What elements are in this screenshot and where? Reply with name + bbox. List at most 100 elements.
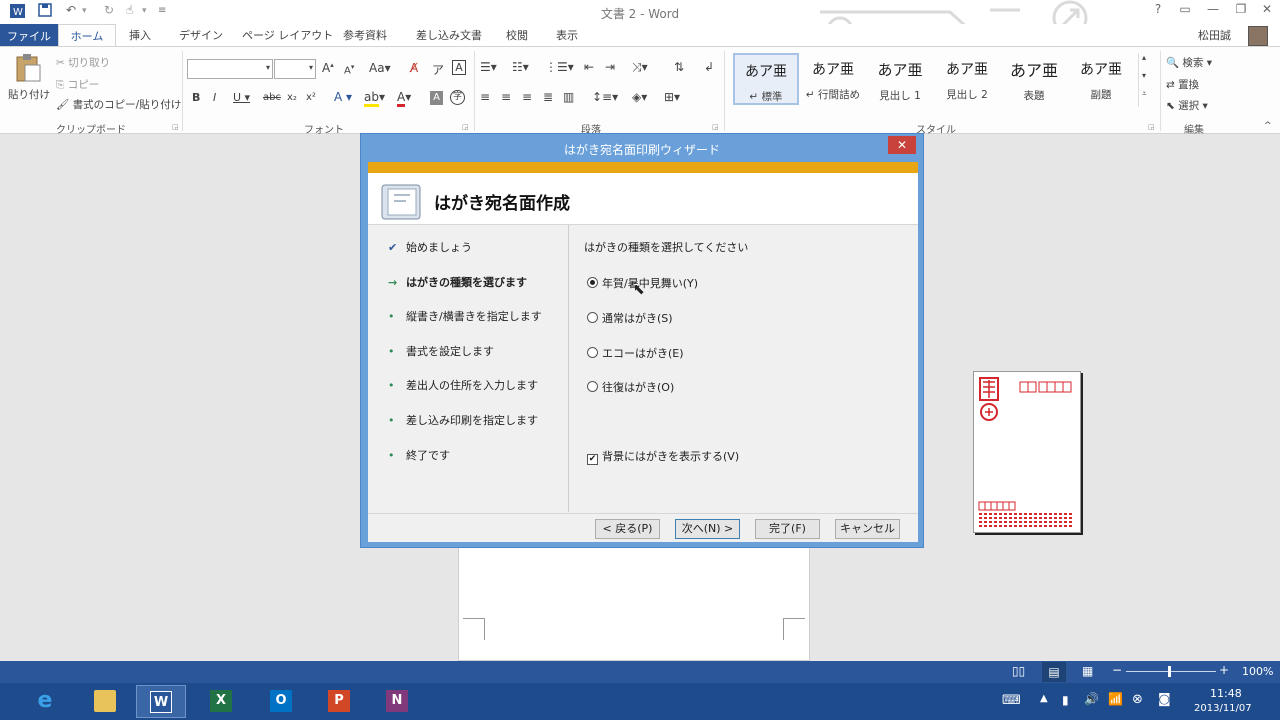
font-name-dropdown-icon[interactable]: ▾ xyxy=(266,63,270,72)
read-mode-icon[interactable]: ▯▯ xyxy=(1012,664,1025,678)
close-window-button[interactable]: ✕ xyxy=(1254,2,1280,16)
style-no-spacing[interactable]: あア亜 ↵ 行間詰め xyxy=(800,53,866,105)
enclose-characters-icon[interactable]: A xyxy=(452,60,466,75)
zoom-level[interactable]: 100% xyxy=(1242,665,1273,678)
show-background-checkbox[interactable]: ✔ 背景にはがきを表示する(V) xyxy=(587,448,739,465)
zoom-slider-thumb[interactable] xyxy=(1168,666,1171,677)
styles-scroll-up-icon[interactable]: ▴ xyxy=(1142,53,1146,62)
numbering-icon[interactable]: ☷▾ xyxy=(512,60,529,74)
power-icon[interactable]: ▮ xyxy=(1062,693,1069,707)
clock-time[interactable]: 11:48 xyxy=(1210,687,1242,700)
taskbar-excel[interactable]: X xyxy=(196,685,246,718)
style-heading-1[interactable]: あア亜 見出し 1 xyxy=(867,53,933,105)
distributed-icon[interactable]: ▥ xyxy=(563,90,574,104)
tab-file[interactable]: ファイル xyxy=(0,24,58,46)
tab-references[interactable]: 参考資料 xyxy=(343,27,387,43)
style-normal[interactable]: あア亜 ↵ 標準 xyxy=(733,53,799,105)
borders-icon[interactable]: ⊞▾ xyxy=(664,90,680,104)
decrease-indent-icon[interactable]: ⇤ xyxy=(584,60,594,74)
keyboard-icon[interactable]: ⌨ xyxy=(1002,693,1021,708)
character-shading-icon[interactable]: A xyxy=(430,91,443,105)
user-avatar[interactable] xyxy=(1248,26,1268,46)
select-button[interactable]: ⬉ 選択 ▾ xyxy=(1166,98,1208,113)
back-button[interactable]: < 戻る(P) xyxy=(595,519,660,539)
clipboard-launcher-icon[interactable]: ◲ xyxy=(172,123,179,131)
taskbar-word[interactable]: W xyxy=(136,685,186,718)
tab-design[interactable]: デザイン xyxy=(179,27,223,43)
enclosed-alphanumerics-icon[interactable]: 字 xyxy=(450,90,465,105)
superscript-icon[interactable]: x² xyxy=(306,92,316,103)
grow-font-icon[interactable]: A▴ xyxy=(322,61,334,75)
ribbon-display-options-button[interactable]: ▭ xyxy=(1172,2,1198,16)
collapse-ribbon-icon[interactable]: ^ xyxy=(1264,121,1272,131)
sort-icon[interactable]: ⇅ xyxy=(674,60,684,74)
finish-button[interactable]: 完了(F) xyxy=(755,519,820,539)
print-layout-icon[interactable]: ▤ xyxy=(1042,662,1066,682)
radio-indicator[interactable] xyxy=(587,277,598,288)
font-color-icon[interactable]: A▾ xyxy=(397,90,411,107)
styles-scroll-down-icon[interactable]: ▾ xyxy=(1142,71,1146,80)
highlight-icon[interactable]: ab▾ xyxy=(364,90,385,107)
minimize-button[interactable]: — xyxy=(1200,2,1226,16)
multilevel-list-icon[interactable]: ⋮☰▾ xyxy=(545,60,574,74)
web-layout-icon[interactable]: ▦ xyxy=(1082,664,1093,678)
document-page[interactable] xyxy=(458,548,810,661)
taskbar-ie[interactable]: e xyxy=(20,685,70,718)
next-button[interactable]: 次へ(N) > xyxy=(675,519,740,539)
italic-icon[interactable]: I xyxy=(213,91,216,104)
dialog-close-button[interactable]: ✕ xyxy=(888,136,916,154)
tab-insert[interactable]: 挿入 xyxy=(129,27,151,43)
radio-echo[interactable]: エコーはがき(E) xyxy=(587,345,684,361)
network-icon[interactable]: 📶 xyxy=(1108,692,1123,706)
phonetic-guide-icon[interactable]: ア xyxy=(432,61,444,78)
change-case-icon[interactable]: Aa▾ xyxy=(369,61,391,75)
tab-view[interactable]: 表示 xyxy=(556,27,578,43)
show-formatting-icon[interactable]: ↲ xyxy=(704,60,714,74)
font-size-dropdown-icon[interactable]: ▾ xyxy=(309,63,313,72)
shading-icon[interactable]: ◈▾ xyxy=(632,90,647,104)
taskbar-powerpoint[interactable]: P xyxy=(314,685,364,718)
justify-icon[interactable]: ≣ xyxy=(543,90,553,104)
font-size-combo[interactable]: ▾ xyxy=(274,59,316,79)
checkbox-indicator[interactable]: ✔ xyxy=(587,454,598,465)
underline-icon[interactable]: U ▾ xyxy=(233,91,250,104)
subscript-icon[interactable]: x₂ xyxy=(287,92,297,103)
zoom-slider-track[interactable] xyxy=(1126,671,1216,672)
styles-more-icon[interactable]: ⩡ xyxy=(1142,89,1147,99)
asian-layout-icon[interactable]: ⤨▾ xyxy=(632,60,648,75)
zoom-in-icon[interactable]: + xyxy=(1219,663,1229,677)
user-name[interactable]: 松田誠 xyxy=(1198,27,1231,43)
paste-icon[interactable] xyxy=(14,53,42,83)
styles-launcher-icon[interactable]: ◲ xyxy=(1148,123,1155,131)
taskbar-explorer[interactable] xyxy=(80,685,130,718)
radio-indicator[interactable] xyxy=(587,312,598,323)
clear-formatting-icon[interactable]: A̸ xyxy=(410,61,418,75)
tab-page-layout[interactable]: ページ レイアウト xyxy=(242,27,333,43)
tab-review[interactable]: 校閲 xyxy=(506,27,528,43)
style-title[interactable]: あア亜 表題 xyxy=(1001,53,1067,105)
help-button[interactable]: ? xyxy=(1145,2,1171,16)
increase-indent-icon[interactable]: ⇥ xyxy=(605,60,615,74)
font-launcher-icon[interactable]: ◲ xyxy=(462,123,469,131)
line-spacing-icon[interactable]: ↕≡▾ xyxy=(592,90,618,104)
cut-button[interactable]: ✂ 切り取り xyxy=(56,55,110,70)
radio-indicator[interactable] xyxy=(587,381,598,392)
replace-button[interactable]: ⇄ 置換 xyxy=(1166,77,1199,92)
align-center-icon[interactable]: ≡ xyxy=(501,90,511,104)
strikethrough-icon[interactable]: abc xyxy=(263,92,281,103)
tray-expand-icon[interactable]: ▲ xyxy=(1040,693,1048,704)
radio-indicator[interactable] xyxy=(587,347,598,358)
zoom-out-icon[interactable]: − xyxy=(1112,663,1122,677)
align-right-icon[interactable]: ≡ xyxy=(522,90,532,104)
clock-date[interactable]: 2013/11/07 xyxy=(1194,703,1252,714)
tab-mailings[interactable]: 差し込み文書 xyxy=(416,27,482,43)
radio-return[interactable]: 往復はがき(O) xyxy=(587,379,674,395)
shrink-font-icon[interactable]: A▾ xyxy=(344,63,354,76)
taskbar-onenote[interactable]: N xyxy=(372,685,422,718)
bold-icon[interactable]: B xyxy=(192,91,200,104)
paste-button[interactable]: 貼り付け xyxy=(8,87,50,102)
taskbar-outlook[interactable]: O xyxy=(256,685,306,718)
paragraph-launcher-icon[interactable]: ◲ xyxy=(712,123,719,131)
restore-button[interactable]: ❐ xyxy=(1228,2,1254,16)
font-name-combo[interactable]: ▾ xyxy=(187,59,273,79)
